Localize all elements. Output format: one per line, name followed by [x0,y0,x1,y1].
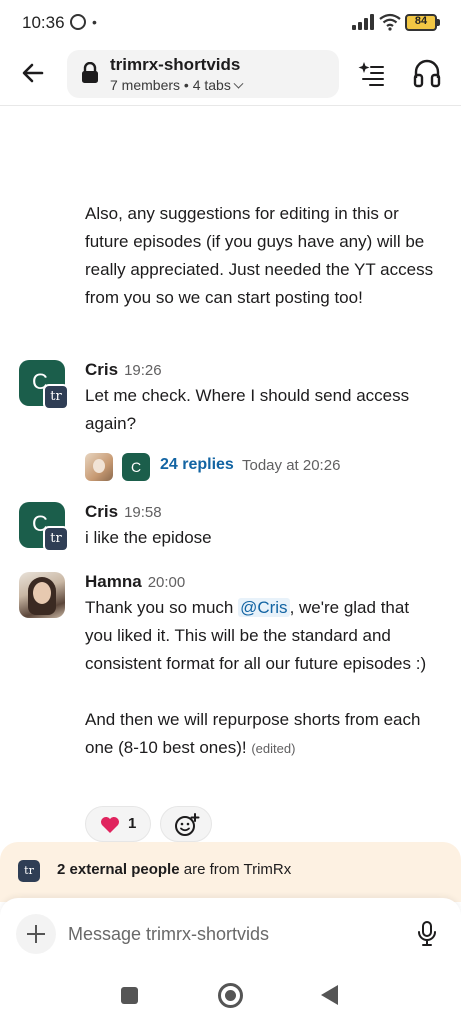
edited-label: (edited) [251,741,296,756]
avatar[interactable]: C tr [19,502,69,552]
status-time: 10:36 [22,13,65,32]
chevron-down-icon [233,78,244,89]
notification-dot: • [92,14,97,30]
lock-icon [82,62,98,83]
home-button[interactable] [218,983,243,1008]
battery-icon: 84 [405,14,437,31]
signal-icon [352,14,374,30]
user-mention[interactable]: @Cris [238,598,290,617]
reaction-heart[interactable]: 1 [85,806,151,842]
avatar[interactable] [19,572,65,618]
heart-emoji-icon [101,817,119,833]
message-time: 19:58 [124,504,162,521]
thread-summary[interactable]: C 24 replies Today at 20:26 [85,452,445,482]
avatar[interactable]: C tr [19,360,69,410]
banner-text-rest: are from TrimRx [179,861,292,878]
external-people-banner[interactable]: tr 2 external people are from TrimRx [0,842,461,902]
battery-tip [437,19,440,26]
channel-info-button[interactable]: trimrx-shortvids 7 members • 4 tabs [67,50,339,98]
message-header: Cris 19:26 [85,360,162,380]
banner-text: 2 external people are from TrimRx [57,861,291,878]
recents-button[interactable] [121,987,138,1004]
message-continuation: Also, any suggestions for editing in thi… [85,204,434,307]
status-bar: 10:36 • 84 [0,0,461,46]
message-text: i like the epidose [85,528,212,547]
channel-meta: 7 members • 4 tabs [110,77,244,93]
thread-participant-avatar [85,453,113,481]
message-author[interactable]: Hamna [85,572,142,591]
whatsapp-icon [70,14,86,30]
message-author[interactable]: Cris [85,502,118,521]
ai-summary-icon[interactable] [358,60,384,86]
wifi-icon [379,13,401,31]
thread-participant-avatar-c: C [122,453,150,481]
banner-text-bold: 2 external people [57,861,180,878]
system-back-button[interactable] [321,985,338,1005]
channel-header: trimrx-shortvids 7 members • 4 tabs [0,46,461,106]
headphones-icon[interactable] [413,58,441,88]
avatar-face [33,582,51,604]
message-time: 19:26 [124,362,162,379]
add-emoji-icon [175,813,200,836]
message-text: Thank you so much @Cris, we're glad that… [85,594,435,763]
back-arrow-icon[interactable] [18,58,48,88]
message-header: Hamna 20:00 [85,572,185,592]
microphone-icon[interactable] [415,920,439,948]
add-reaction-button[interactable] [160,806,212,842]
add-attachment-button[interactable] [16,914,56,954]
message-header: Cris 19:58 [85,502,162,522]
org-badge: tr [43,526,69,552]
thread-replies-link[interactable]: 24 replies [160,456,234,474]
message-time: 20:00 [147,574,186,591]
reaction-count: 1 [128,815,137,832]
message-author[interactable]: Cris [85,360,118,379]
message-composer [0,898,461,970]
message-input[interactable] [68,920,388,948]
system-nav-bar [0,970,461,1024]
org-badge: tr [43,384,69,410]
channel-meta-text: 7 members • 4 tabs [110,77,231,93]
org-logo: tr [18,860,40,882]
message-text: Let me check. Where I should send access… [85,386,410,433]
thread-last-reply: Today at 20:26 [242,457,341,474]
channel-name: trimrx-shortvids [110,55,241,74]
battery-level: 84 [414,15,428,27]
message-text-start: Thank you so much [85,598,239,617]
